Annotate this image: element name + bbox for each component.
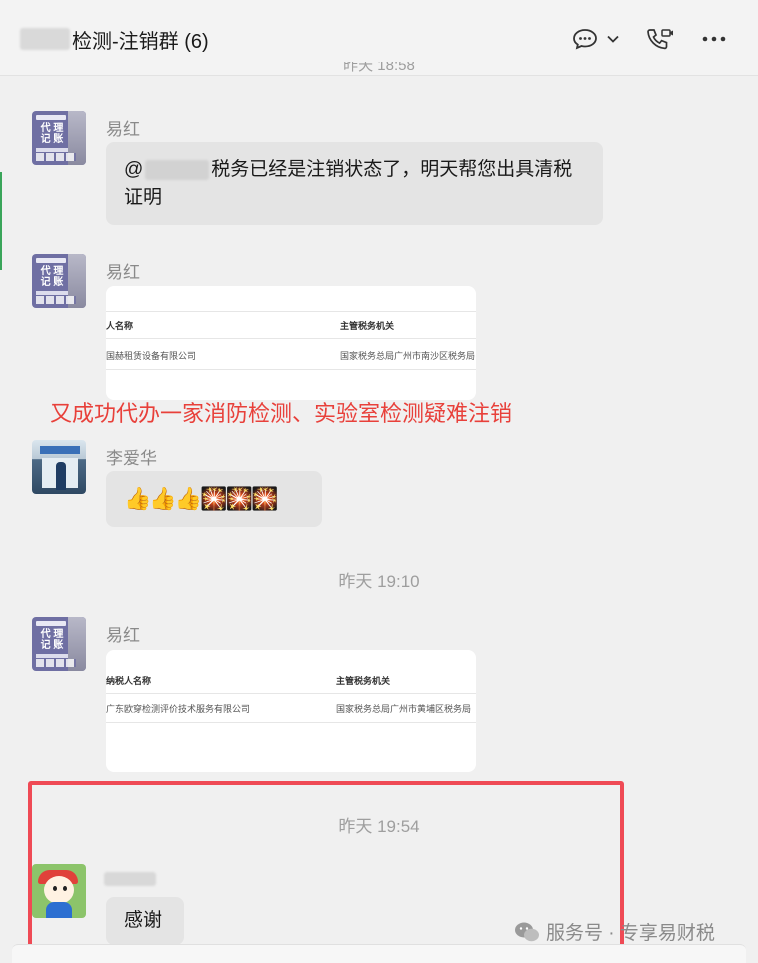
message-bubble[interactable]: @ 税务已经是注销状态了，明天帮您出具清税证明 [106, 142, 603, 225]
message-bubble[interactable]: 感谢 [106, 897, 184, 945]
video-call-icon[interactable] [644, 24, 676, 54]
avatar[interactable]: 代 理记 账 [32, 254, 86, 308]
chat-bubble-icon[interactable] [570, 24, 600, 54]
chat-title-wrap[interactable]: 检测-注销群 (6) [20, 24, 209, 54]
chevron-down-icon[interactable] [604, 24, 622, 54]
card-col1-value: 广东欧穿检测评价技术服务有限公司 [106, 704, 251, 714]
avatar[interactable]: 代 理记 账 [32, 617, 86, 671]
sender-name: 李爱华 [106, 449, 157, 468]
sender-name-redacted [104, 872, 156, 886]
timestamp-partial: 昨天 18:58 [343, 62, 415, 74]
card-col2-header: 主管税务机关 [340, 321, 395, 331]
image-message-card[interactable]: 纳税人名称 主管税务机关 广东欧穿检测评价技术服务有限公司 国家税务总局广州市黄… [106, 650, 476, 772]
message-text-prefix: @ [124, 159, 144, 180]
card-col2-header: 主管税务机关 [336, 676, 391, 686]
mention-redacted [145, 159, 210, 180]
sender-name: 易红 [106, 263, 140, 282]
card-col1-header: 人名称 [106, 321, 134, 331]
card-col2-value: 国家税务总局广州市南沙区税务局 [340, 351, 476, 361]
wechat-icon [515, 922, 539, 941]
message-input-area[interactable] [12, 944, 746, 963]
card-col1-value: 国赫租赁设备有限公司 [106, 351, 197, 361]
sender-name: 易红 [106, 120, 140, 139]
message-text: 感谢 [124, 910, 163, 931]
avatar[interactable]: 代 理记 账 [32, 111, 86, 165]
timestamp: 昨天 19:54 [338, 817, 420, 836]
watermark: 服务号 · 专享易财税 [514, 918, 715, 945]
sender-name: 易红 [106, 626, 140, 645]
emoji-message-bubble[interactable]: 👍👍👍🎇🎇🎇 [106, 471, 322, 527]
avatar[interactable] [32, 440, 86, 494]
card-col2-value: 国家税务总局广州市黄埔区税务局 [336, 704, 472, 714]
image-message-card[interactable]: 人名称 主管税务机关 国赫租赁设备有限公司 国家税务总局广州市南沙区税务局 [106, 286, 476, 400]
watermark-text: 服务号 · 专享易财税 [546, 923, 715, 944]
card-col1-header: 纳税人名称 [106, 676, 152, 686]
overlay-caption: 又成功代办一家消防检测、实验室检测疑难注销 [50, 401, 513, 426]
window-edge-accent [0, 172, 2, 270]
title-redacted [20, 28, 70, 50]
more-icon[interactable] [698, 24, 730, 54]
avatar[interactable] [32, 864, 86, 918]
chat-title: 检测-注销群 (6) [72, 30, 209, 53]
timestamp: 昨天 19:10 [338, 572, 420, 591]
